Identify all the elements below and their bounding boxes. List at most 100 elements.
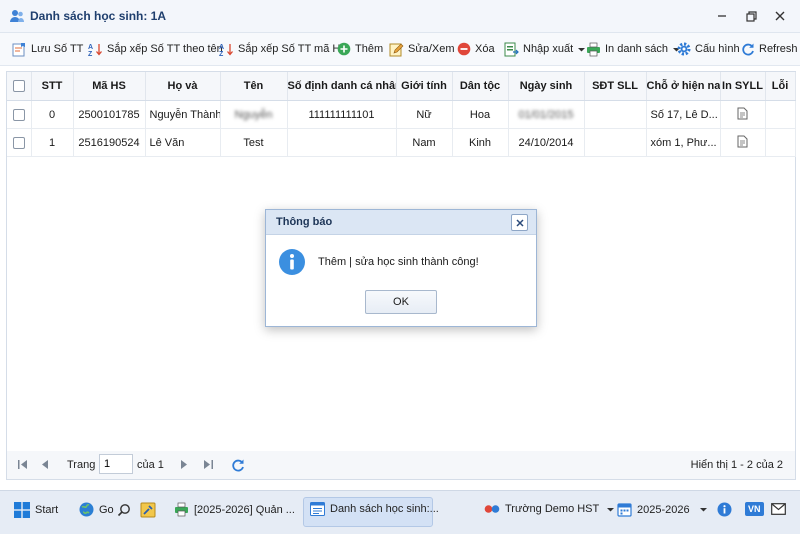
save-order-label: Lưu Số TT [31, 43, 84, 55]
column-header[interactable]: Chỗ ở hiện nay [646, 72, 721, 101]
close-button[interactable] [770, 6, 790, 26]
cell-birthdate: 01/01/2015 [508, 100, 585, 129]
cell-error [765, 128, 796, 157]
checkbox-icon [12, 80, 25, 93]
column-header[interactable]: SĐT SLL [584, 72, 647, 101]
cell-id-number: 111111111101 [287, 100, 397, 129]
svg-text:A: A [88, 44, 93, 51]
app-window: Danh sách học sinh: 1A Lưu Số TT AZ Sắp … [0, 0, 800, 534]
info-button[interactable] [717, 502, 737, 517]
table-row[interactable]: 1 2516190524 Lê Văn Test Nam Kinh 24/10/… [7, 128, 796, 157]
school-logo-icon [484, 505, 500, 513]
window-title: Danh sách học sinh: 1A [30, 9, 167, 23]
cell-last-name: Lê Văn [145, 128, 221, 157]
config-button[interactable]: Cấu hình [677, 41, 740, 57]
school-year-selector[interactable]: 2025-2026 [617, 502, 713, 517]
reload-button[interactable] [231, 458, 245, 472]
gear-icon [677, 42, 691, 56]
chevron-down-icon [607, 507, 615, 511]
column-header[interactable]: In SYLL [720, 72, 766, 101]
import-export-label: Nhập xuất [523, 43, 574, 55]
cell-student-code: 2500101785 [73, 100, 146, 129]
go-label: Go [99, 503, 114, 516]
add-label: Thêm [355, 43, 384, 55]
delete-icon [457, 42, 471, 56]
cell-first-name: Test [220, 128, 288, 157]
sort-by-code-button[interactable]: AZ Sắp xếp Số TT mã HS [219, 41, 348, 57]
printer-icon [587, 42, 600, 56]
language-button[interactable]: VN [745, 502, 764, 516]
dialog-header: Thông báo [266, 210, 536, 235]
mail-icon [771, 503, 786, 515]
minimize-button[interactable] [712, 6, 732, 26]
column-header[interactable]: Mã HS [73, 72, 146, 101]
column-header[interactable]: Giới tính [396, 72, 453, 101]
dialog-message: Thêm | sửa học sinh thành công! [318, 256, 479, 268]
page-count-label: của 1 [137, 459, 164, 471]
taskbar-app-2-content[interactable]: Danh sách học sinh:... [310, 502, 439, 516]
restore-icon [745, 10, 757, 22]
taskbar-app-1[interactable]: [2025-2026] Quản ... [174, 502, 295, 517]
taskbar-app-2-label: Danh sách học sinh:... [330, 503, 439, 515]
refresh-icon [742, 43, 754, 56]
print-syll-button[interactable] [720, 128, 766, 157]
column-header[interactable]: Dân tộc [452, 72, 509, 101]
checkbox-icon [12, 108, 25, 121]
refresh-icon [232, 459, 244, 472]
edit-view-button[interactable]: Sửa/Xem [389, 41, 455, 57]
column-header[interactable]: Tên [220, 72, 288, 101]
toolbar: Lưu Số TT AZ Sắp xếp Số TT theo tên AZ S… [0, 33, 800, 66]
search-button[interactable] [117, 503, 136, 517]
cell-student-code: 2516190524 [73, 128, 146, 157]
table-row[interactable]: 0 2500101785 Nguyễn Thành Nguyễn 1111111… [7, 100, 796, 129]
save-order-button[interactable]: Lưu Số TT [12, 41, 83, 57]
prev-page-icon [42, 460, 48, 469]
import-export-menu[interactable]: Nhập xuất [504, 41, 590, 57]
delete-button[interactable]: Xóa [457, 41, 495, 57]
message-dialog: Thông báo Thêm | sửa học sinh thành công… [265, 209, 537, 327]
school-selector[interactable]: Trường Demo HST [484, 502, 620, 516]
ok-button[interactable]: OK [365, 290, 437, 314]
cell-ethnicity: Hoa [452, 100, 509, 129]
close-icon [515, 218, 524, 227]
document-icon [737, 107, 748, 119]
school-year-label: 2025-2026 [637, 503, 690, 516]
cell-birthdate: 24/10/2014 [508, 128, 585, 157]
add-icon [337, 42, 351, 56]
print-list-menu[interactable]: In danh sách [586, 41, 685, 57]
config-label: Cấu hình [695, 43, 740, 55]
chevron-down-icon [699, 508, 707, 512]
dialog-title: Thông báo [276, 216, 333, 228]
column-header[interactable]: Số định danh cá nhân [287, 72, 397, 101]
go-button[interactable]: Go [79, 502, 114, 517]
edit-view-label: Sửa/Xem [408, 43, 455, 55]
document-icon [737, 135, 748, 147]
column-header[interactable]: Lỗi [765, 72, 796, 101]
page-label: Trang [67, 459, 96, 471]
column-header[interactable]: STT [31, 72, 74, 101]
last-page-button[interactable] [203, 459, 214, 470]
maximize-button[interactable] [741, 6, 761, 26]
cell-error [765, 100, 796, 129]
tools-button[interactable] [140, 502, 161, 518]
column-header[interactable]: Họ và [145, 72, 221, 101]
print-syll-button[interactable] [720, 100, 766, 129]
row-checkbox[interactable] [7, 100, 32, 129]
save-order-icon [12, 42, 25, 56]
page-number-input[interactable] [99, 454, 133, 474]
column-header[interactable]: Ngày sinh [508, 72, 585, 101]
sort-az-icon: AZ [88, 43, 102, 57]
row-checkbox[interactable] [7, 128, 32, 157]
users-icon [10, 10, 24, 22]
sort-by-name-button[interactable]: AZ Sắp xếp Số TT theo tên [88, 41, 223, 57]
info-icon [279, 249, 305, 275]
select-all-checkbox[interactable] [7, 72, 32, 101]
dialog-close-button[interactable] [511, 214, 528, 231]
first-page-button[interactable] [17, 459, 28, 470]
prev-page-button[interactable] [40, 459, 49, 470]
add-button[interactable]: Thêm [337, 41, 383, 57]
start-button[interactable]: Start [14, 502, 58, 518]
refresh-button[interactable]: Refresh [741, 41, 798, 57]
mail-button[interactable] [771, 503, 791, 515]
next-page-button[interactable] [180, 459, 189, 470]
